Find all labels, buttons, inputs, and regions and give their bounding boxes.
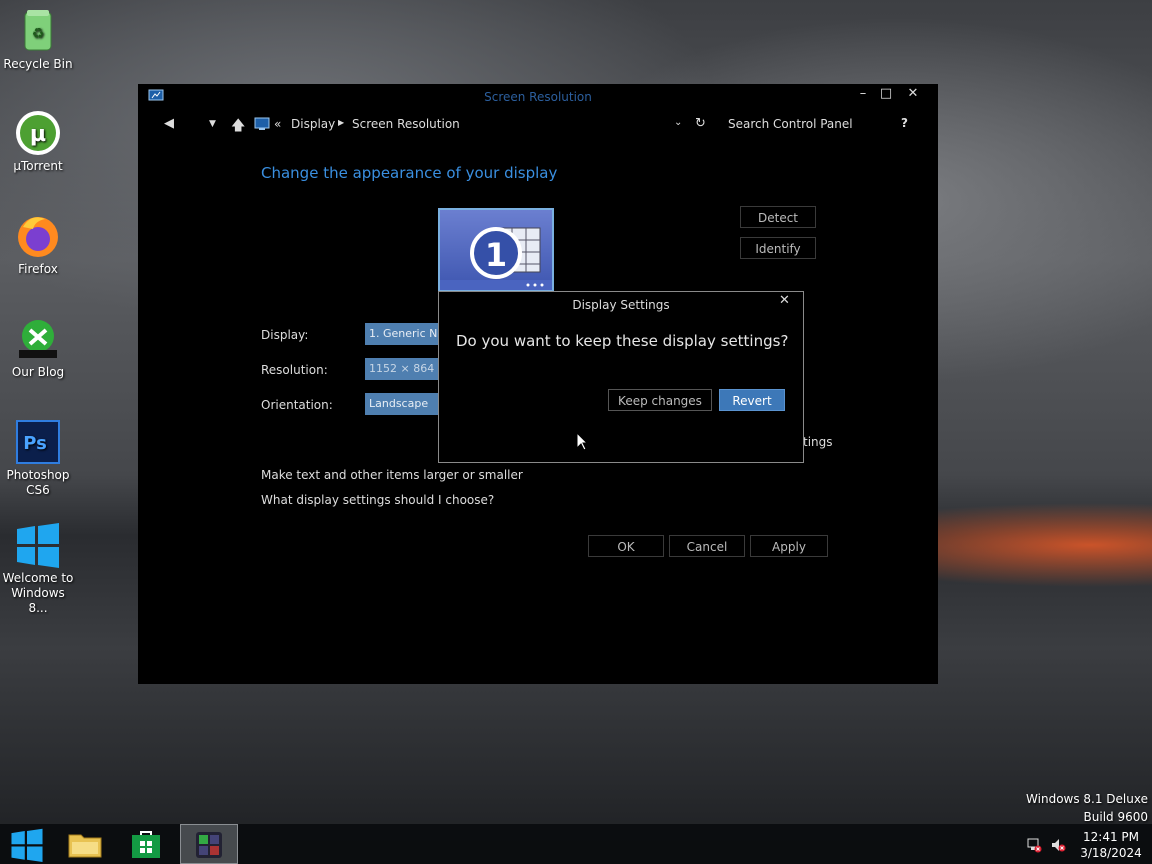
desktop-icon-photoshop[interactable]: Ps Photoshop CS6	[2, 419, 74, 498]
svg-text:µ: µ	[30, 122, 46, 147]
advanced-settings-link[interactable]: tings	[803, 435, 833, 449]
watermark-edition: Windows 8.1 Deluxe	[1026, 792, 1148, 806]
display-settings-dialog: Display Settings ✕ Do you want to keep t…	[438, 291, 804, 463]
dialog-question: Do you want to keep these display settin…	[456, 332, 789, 350]
desktop-icon-welcome[interactable]: Welcome to Windows 8...	[2, 522, 74, 616]
windows-logo-icon	[11, 828, 43, 862]
apply-button[interactable]: Apply	[750, 535, 828, 557]
photoshop-icon: Ps	[15, 419, 61, 465]
window-title: Screen Resolution	[484, 90, 592, 104]
volume-muted-icon[interactable]	[1050, 837, 1066, 856]
help-choose-link[interactable]: What display settings should I choose?	[261, 493, 494, 507]
help-button[interactable]: ?	[901, 116, 908, 130]
desktop-icon-label: Photoshop CS6	[6, 468, 70, 497]
folder-icon	[68, 834, 102, 858]
display-select[interactable]: 1. Generic Non-PnP Monitor	[365, 323, 441, 345]
desktop-icon-our-blog[interactable]: Our Blog	[2, 316, 74, 380]
window-titlebar[interactable]: Screen Resolution – □ ✕	[138, 84, 938, 110]
dialog-title: Display Settings	[572, 298, 670, 312]
desktop-icon-label: Recycle Bin	[3, 57, 73, 71]
start-button[interactable]	[0, 824, 56, 864]
taskbar-control-panel[interactable]	[180, 824, 238, 864]
breadcrumb-display[interactable]: Display	[291, 117, 335, 131]
desktop-icon-label: Welcome to Windows 8...	[2, 571, 74, 615]
orientation-select[interactable]: Landscape	[365, 393, 441, 415]
svg-text:♻: ♻	[32, 26, 45, 42]
close-button[interactable]: ✕	[901, 86, 925, 104]
network-icon[interactable]	[1026, 837, 1042, 856]
desktop-icon-label: Our Blog	[11, 365, 65, 379]
desktop-icon-label: µTorrent	[13, 159, 63, 173]
resolution-label: Resolution:	[261, 363, 328, 377]
refresh-button[interactable]: ↻	[695, 116, 706, 131]
os-watermark: Windows 8.1 Deluxe Build 9600	[1026, 790, 1148, 826]
taskbar-clock[interactable]: 12:41 PM 3/18/2024	[1076, 829, 1146, 861]
control-panel-icon	[254, 117, 270, 134]
svg-text:Ps: Ps	[23, 433, 47, 454]
desktop-icon-label: Firefox	[18, 262, 58, 276]
resolution-select[interactable]: 1152 × 864	[365, 358, 441, 380]
dialog-close-icon[interactable]: ✕	[779, 293, 790, 308]
utorrent-icon: µ	[15, 110, 61, 156]
mouse-cursor-icon	[576, 431, 589, 454]
address-bar: ◀ ▼ 🡅 « Display ▶ Screen Resolution ⌄ ↻ …	[138, 110, 938, 140]
identify-button[interactable]: Identify	[740, 237, 816, 259]
chevron-down-icon[interactable]: ⌄	[674, 117, 682, 128]
orientation-label: Orientation:	[261, 398, 333, 412]
clock-time: 12:41 PM	[1083, 830, 1139, 844]
taskbar-store[interactable]	[122, 824, 170, 864]
revert-button[interactable]: Revert	[719, 389, 785, 411]
breadcrumb-root[interactable]: «	[274, 117, 281, 131]
back-button[interactable]: ◀	[164, 116, 174, 131]
monitor-1-preview[interactable]: 1	[438, 208, 554, 292]
minimize-button[interactable]: –	[851, 86, 875, 104]
page-title: Change the appearance of your display	[261, 164, 558, 182]
text-size-link[interactable]: Make text and other items larger or smal…	[261, 468, 523, 482]
display-label: Display:	[261, 328, 309, 342]
ok-button[interactable]: OK	[588, 535, 664, 557]
recent-pages-button[interactable]: ▼	[209, 119, 216, 129]
maximize-button[interactable]: □	[874, 86, 898, 104]
taskbar: 12:41 PM 3/18/2024	[0, 824, 1152, 864]
store-icon	[132, 831, 160, 858]
breadcrumb-screen-resolution[interactable]: Screen Resolution	[352, 117, 460, 131]
detect-button[interactable]: Detect	[740, 206, 816, 228]
firefox-icon	[15, 213, 61, 259]
desktop-icon-recycle-bin[interactable]: ♻ Recycle Bin	[2, 8, 74, 72]
control-panel-app-icon	[196, 832, 222, 858]
up-button[interactable]: 🡅	[231, 115, 245, 139]
clock-date: 3/18/2024	[1080, 846, 1142, 860]
desktop-icon-utorrent[interactable]: µ µTorrent	[2, 110, 74, 174]
recycle-bin-icon: ♻	[15, 8, 61, 54]
blog-icon	[15, 316, 61, 362]
desktop-icon-firefox[interactable]: Firefox	[2, 213, 74, 277]
taskbar-file-explorer[interactable]	[62, 824, 110, 864]
monitor-number: 1	[485, 236, 507, 274]
keep-changes-button[interactable]: Keep changes	[608, 389, 712, 411]
windows-icon	[15, 522, 61, 568]
search-input[interactable]: Search Control Panel	[728, 117, 853, 131]
breadcrumb-separator-icon: ▶	[338, 118, 345, 127]
cancel-button[interactable]: Cancel	[669, 535, 745, 557]
